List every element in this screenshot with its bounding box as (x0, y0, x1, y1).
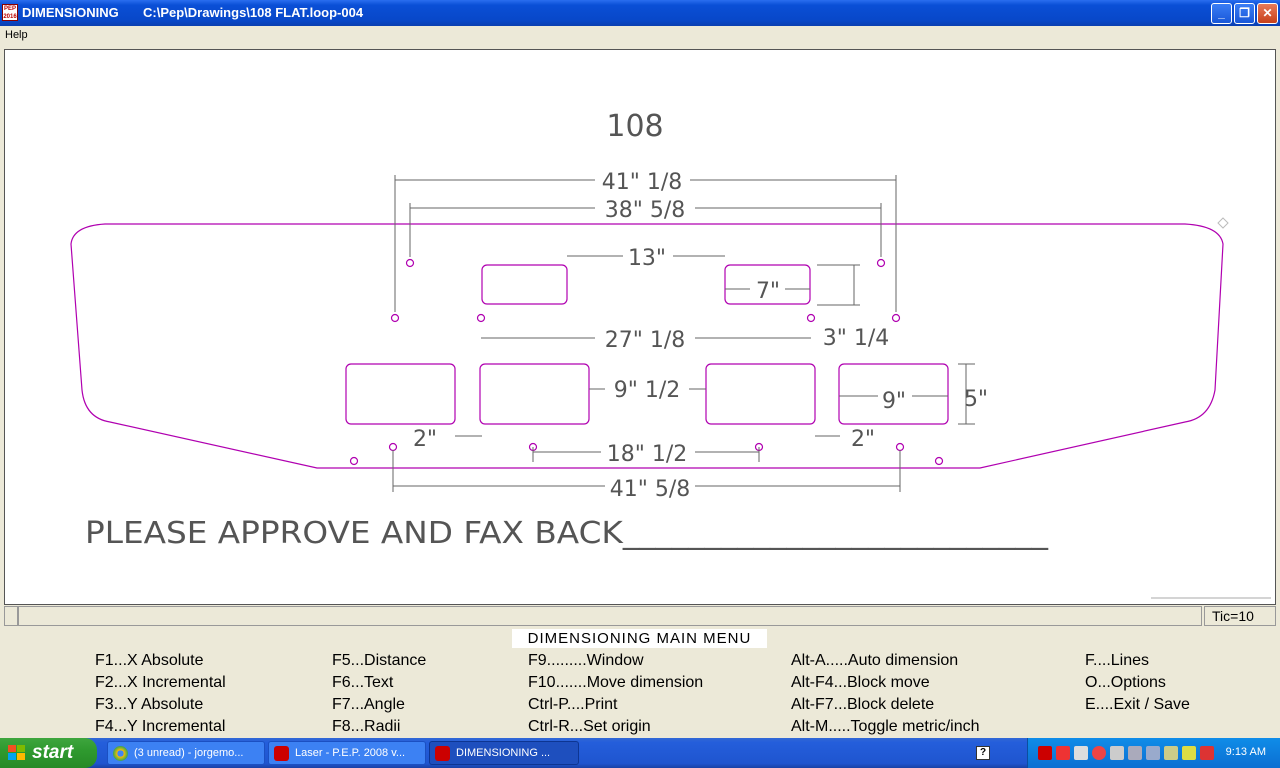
dim-27-1-8: 27" 1/8 (605, 328, 686, 353)
menu-move-dimension[interactable]: F10.......Move dimension (528, 672, 703, 694)
menu-text[interactable]: F6...Text (332, 672, 426, 694)
pep-tray-icon[interactable] (1038, 746, 1052, 760)
network-icon[interactable] (1110, 746, 1124, 760)
taskbar-item-label: (3 unread) - jorgemo... (134, 747, 244, 759)
start-button[interactable]: start (0, 738, 97, 768)
update-icon[interactable] (1182, 746, 1196, 760)
dim-5: 5" (964, 387, 988, 412)
hole (388, 442, 398, 452)
menu-column-5: F....Lines O...Options E....Exit / Save (1085, 650, 1190, 716)
dim-9-1-2: 9" 1/2 (614, 378, 681, 403)
cutout-lower-1 (345, 363, 456, 425)
taskbar-item-chrome[interactable]: (3 unread) - jorgemo... (107, 741, 265, 765)
display-icon[interactable] (1128, 746, 1142, 760)
taskbar-item-dimensioning[interactable]: DIMENSIONING ... (429, 741, 579, 765)
shield-icon[interactable] (1200, 746, 1214, 760)
cutout-lower-3 (705, 363, 816, 425)
main-menu-title: DIMENSIONING MAIN MENU (512, 629, 767, 648)
dim-2-left: 2" (413, 427, 437, 452)
menu-set-origin[interactable]: Ctrl-R...Set origin (528, 716, 703, 738)
menu-auto-dimension[interactable]: Alt-A.....Auto dimension (791, 650, 980, 672)
menu-column-2: F5...Distance F6...Text F7...Angle F8...… (332, 650, 426, 738)
status-cell-main (18, 606, 1202, 626)
start-label: start (32, 742, 74, 763)
status-cell-left (4, 606, 18, 626)
menu-window[interactable]: F9.........Window (528, 650, 703, 672)
restore-button[interactable]: ❐ (1234, 3, 1255, 24)
cutout-lower-2 (479, 363, 590, 425)
pep-icon (435, 746, 450, 761)
hole (476, 313, 486, 323)
taskbar-item-label: DIMENSIONING ... (456, 747, 551, 759)
menu-help[interactable]: Help (5, 29, 28, 41)
close-button[interactable]: ✕ (1257, 3, 1278, 24)
menu-x-incremental[interactable]: F2...X Incremental (95, 672, 226, 694)
sync-icon[interactable] (1146, 746, 1160, 760)
dim-38-5-8: 38" 5/8 (605, 198, 686, 223)
pep-tray-icon[interactable] (1056, 746, 1070, 760)
window-title: DIMENSIONING (22, 5, 119, 20)
pep-icon (274, 746, 289, 761)
menu-angle[interactable]: F7...Angle (332, 694, 426, 716)
hole (876, 258, 886, 268)
hole (895, 442, 905, 452)
taskbar: start (3 unread) - jorgemo... Laser - P.… (0, 738, 1280, 768)
menu-block-delete[interactable]: Alt-F7...Block delete (791, 694, 980, 716)
chrome-icon (113, 746, 128, 761)
app-icon[interactable]: PEP 2016 (2, 4, 18, 21)
help-icon[interactable]: ? (976, 746, 990, 760)
approval-note: PLEASE APPROVE AND FAX BACK_____________… (85, 516, 1049, 551)
status-bar: Tic=10 (4, 606, 1276, 626)
menu-column-1: F1...X Absolute F2...X Incremental F3...… (95, 650, 226, 738)
tool-icon[interactable] (1164, 746, 1178, 760)
menu-lines[interactable]: F....Lines (1085, 650, 1190, 672)
hole (349, 456, 359, 466)
volume-icon[interactable] (1074, 746, 1088, 760)
windows-logo-icon (8, 745, 26, 761)
clock[interactable]: 9:13 AM (1226, 746, 1266, 758)
hole (891, 313, 901, 323)
taskbar-item-laser[interactable]: Laser - P.E.P. 2008 v... (268, 741, 426, 765)
dim-3-1-4: 3" 1/4 (823, 326, 890, 351)
menu-print[interactable]: Ctrl-P....Print (528, 694, 703, 716)
dim-41-5-8: 41" 5/8 (610, 477, 691, 502)
menu-y-incremental[interactable]: F4...Y Incremental (95, 716, 226, 738)
menu-bar: Help (0, 26, 1280, 46)
security-icon[interactable] (1092, 746, 1106, 760)
system-tray: 9:13 AM (1027, 738, 1280, 768)
menu-x-absolute[interactable]: F1...X Absolute (95, 650, 226, 672)
drawing-svg: 108 41" 1/8 38" 5/8 13" 7" 27" 1/8 3" 1/… (70, 109, 1271, 599)
dim-41-1-8: 41" 1/8 (602, 170, 683, 195)
cutout-upper-left (481, 264, 568, 305)
drawing-canvas[interactable]: 108 41" 1/8 38" 5/8 13" 7" 27" 1/8 3" 1/… (4, 49, 1276, 605)
menu-column-3: F9.........Window F10.......Move dimensi… (528, 650, 703, 738)
menu-exit-save[interactable]: E....Exit / Save (1085, 694, 1190, 716)
menu-column-4: Alt-A.....Auto dimension Alt-F4...Block … (791, 650, 980, 738)
window-file-path: C:\Pep\Drawings\108 FLAT.loop-004 (143, 5, 364, 20)
dim-9: 9" (882, 389, 906, 414)
dim-2-right: 2" (851, 427, 875, 452)
menu-options[interactable]: O...Options (1085, 672, 1190, 694)
title-bar: PEP 2016 DIMENSIONING C:\Pep\Drawings\108… (0, 0, 1280, 26)
tic-readout: Tic=10 (1204, 606, 1276, 626)
dim-7: 7" (756, 279, 780, 304)
menu-toggle-metric[interactable]: Alt-M.....Toggle metric/inch (791, 716, 980, 738)
menu-block-move[interactable]: Alt-F4...Block move (791, 672, 980, 694)
hole (405, 258, 415, 268)
menu-radii[interactable]: F8...Radii (332, 716, 426, 738)
hole (390, 313, 400, 323)
part-number: 108 (606, 109, 663, 144)
dim-18-1-2: 18" 1/2 (607, 442, 688, 467)
dim-13: 13" (628, 246, 666, 271)
hole (934, 456, 944, 466)
minimize-button[interactable]: _ (1211, 3, 1232, 24)
taskbar-item-label: Laser - P.E.P. 2008 v... (295, 747, 406, 759)
hole (806, 313, 816, 323)
menu-y-absolute[interactable]: F3...Y Absolute (95, 694, 226, 716)
menu-distance[interactable]: F5...Distance (332, 650, 426, 672)
